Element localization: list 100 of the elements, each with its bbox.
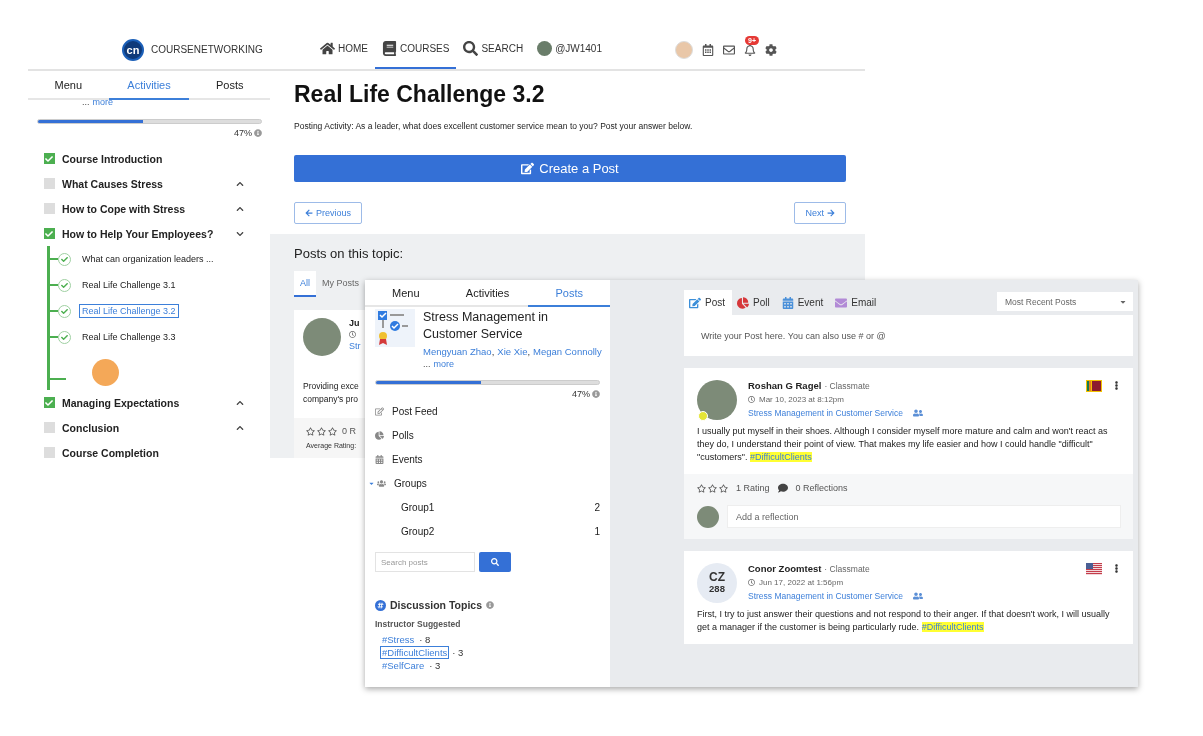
section-title[interactable]: Managing Expectations <box>62 396 230 409</box>
people-icon <box>912 591 923 601</box>
pie-chart-icon <box>737 296 749 309</box>
composer-tab[interactable]: Event <box>776 290 831 315</box>
chevron-icon[interactable] <box>236 423 244 432</box>
progress-percent: 47% <box>234 128 252 138</box>
avatar-photo <box>697 380 737 420</box>
author-name[interactable]: Roshan G Ragel <box>748 380 822 391</box>
hashtag-link[interactable]: #DifficultClients <box>749 452 812 462</box>
author-role: · Classmate <box>824 564 870 574</box>
reflection-count[interactable]: 0 Reflections <box>795 483 848 493</box>
calendar-icon <box>375 454 384 464</box>
member-link[interactable]: Mengyuan Zhao <box>423 345 492 358</box>
sort-dropdown[interactable]: Most Recent Posts <box>997 292 1133 311</box>
topic-count: · 8 <box>419 634 431 645</box>
activity-link[interactable]: Real Life Challenge 3.3 <box>79 330 179 344</box>
section-title[interactable]: Course Completion <box>62 446 244 458</box>
search-field[interactable]: Search posts <box>375 552 475 572</box>
course-link[interactable]: Str <box>349 341 361 351</box>
sidebar-tab[interactable]: Menu <box>28 71 109 100</box>
more-link[interactable]: more <box>92 97 114 107</box>
hashtag-icon <box>375 599 386 611</box>
group-item[interactable]: Group1 2 <box>375 495 600 519</box>
previous-button[interactable]: Previous <box>294 202 362 224</box>
more-link[interactable]: more <box>433 359 455 369</box>
topics-title: Discussion Topics <box>390 599 482 611</box>
search-icon <box>491 558 499 566</box>
course-link[interactable]: Stress Management in Customer Service <box>748 591 903 601</box>
book-icon <box>382 41 397 56</box>
composer-tab[interactable]: Poll <box>732 290 777 315</box>
filter-tab[interactable]: All <box>294 271 316 297</box>
sidebar-nav-item[interactable]: Events <box>375 447 600 471</box>
activity-link[interactable]: Real Life Challenge 3.1 <box>79 278 179 292</box>
pie-chart-icon <box>375 430 384 440</box>
envelope-icon <box>835 296 848 309</box>
post-text: I usually put myself in their shoes. Although I consider myself more mature and calm and won't react as they do, I understand their point of view. That makes my life easier and how I could handle "difficult" "customers". #DifficultClients <box>697 425 1109 464</box>
reflection-field[interactable]: Add a reflection <box>727 505 1121 528</box>
avatar-photo <box>697 505 719 528</box>
settings-icon[interactable] <box>765 43 777 56</box>
composer-tab[interactable]: Post <box>684 290 732 315</box>
more-options-icon[interactable] <box>1112 564 1121 573</box>
member-link[interactable]: Megan Connolly <box>533 345 602 358</box>
info-icon[interactable] <box>254 129 262 137</box>
chevron-icon[interactable] <box>236 229 244 238</box>
hashtag-link[interactable]: #DifficultClients <box>921 622 984 632</box>
sidebar-nav-item[interactable]: Post Feed <box>375 399 600 423</box>
search-button[interactable] <box>479 552 511 572</box>
activity-link[interactable]: Real Life Challenge 3.2 <box>79 304 179 318</box>
section-title[interactable]: How to Help Your Employees? <box>62 227 230 240</box>
chevron-icon[interactable] <box>236 398 244 407</box>
mail-icon[interactable] <box>723 43 735 56</box>
rating-count[interactable]: 1 Rating <box>736 483 770 493</box>
arrow-left-icon <box>305 209 313 217</box>
hashtag-link[interactable]: #DifficultClients <box>380 646 450 659</box>
group-item[interactable]: Group2 1 <box>375 519 600 543</box>
section-title[interactable]: How to Cope with Stress <box>62 202 230 215</box>
star-rating[interactable] <box>306 426 337 436</box>
course-title: Stress Management in Customer Service <box>423 309 550 343</box>
sidebar-tab[interactable]: Activities <box>446 280 529 307</box>
author-name: Ju <box>349 318 361 328</box>
course-icon <box>375 309 415 347</box>
sidebar-tab[interactable]: Activities <box>108 71 190 100</box>
sidebar-tab[interactable]: Posts <box>528 280 610 307</box>
edit-icon <box>689 296 701 309</box>
people-icon <box>377 478 386 488</box>
topic-count: · 3 <box>452 647 464 658</box>
chevron-icon[interactable] <box>236 204 244 213</box>
sidebar-tab[interactable]: Posts <box>189 71 270 100</box>
nav-tab[interactable]: @JW1401 <box>530 30 609 69</box>
page-title: Real Life Challenge 3.2 <box>294 81 546 108</box>
star-rating[interactable] <box>697 483 728 493</box>
badge-image <box>92 359 119 386</box>
chevron-icon[interactable] <box>236 179 244 188</box>
section-title[interactable]: Conclusion <box>62 421 230 434</box>
create-post-button[interactable]: Create a Post <box>294 155 846 182</box>
info-icon[interactable] <box>486 601 494 609</box>
nav-tab[interactable]: SEARCH <box>456 30 531 69</box>
nav-tab[interactable]: HOME <box>313 30 375 69</box>
composer-tab[interactable]: Email <box>830 290 884 315</box>
initials-avatar: CZ 288 <box>697 563 737 603</box>
calendar-icon[interactable] <box>702 43 714 56</box>
filter-tab[interactable]: My Posts <box>316 271 366 297</box>
author-name[interactable]: Conor Zoomtest <box>748 563 822 574</box>
avatar-photo <box>537 41 553 56</box>
nav-tab[interactable]: COURSES <box>375 30 457 69</box>
flag-icon <box>1086 563 1102 575</box>
hashtag-link[interactable]: #SelfCare <box>380 659 427 672</box>
section-title[interactable]: Course Introduction <box>62 152 244 165</box>
next-button[interactable]: Next <box>794 202 846 224</box>
course-link[interactable]: Stress Management in Customer Service <box>748 408 903 418</box>
sidebar-nav-item[interactable]: Groups <box>375 471 600 495</box>
section-title[interactable]: What Causes Stress <box>62 177 230 190</box>
post-date: Mar 10, 2023 at 8:12pm <box>759 395 844 404</box>
post-input[interactable]: Write your Post here. You can also use # or @ <box>684 315 1133 356</box>
hashtag-link[interactable]: #Stress <box>380 633 417 646</box>
sidebar-nav-item[interactable]: Polls <box>375 423 600 447</box>
info-icon[interactable] <box>592 390 600 398</box>
more-options-icon[interactable] <box>1112 381 1121 390</box>
activity-link[interactable]: What can organization leaders ... <box>79 252 217 266</box>
sidebar-tab[interactable]: Menu <box>365 280 447 307</box>
